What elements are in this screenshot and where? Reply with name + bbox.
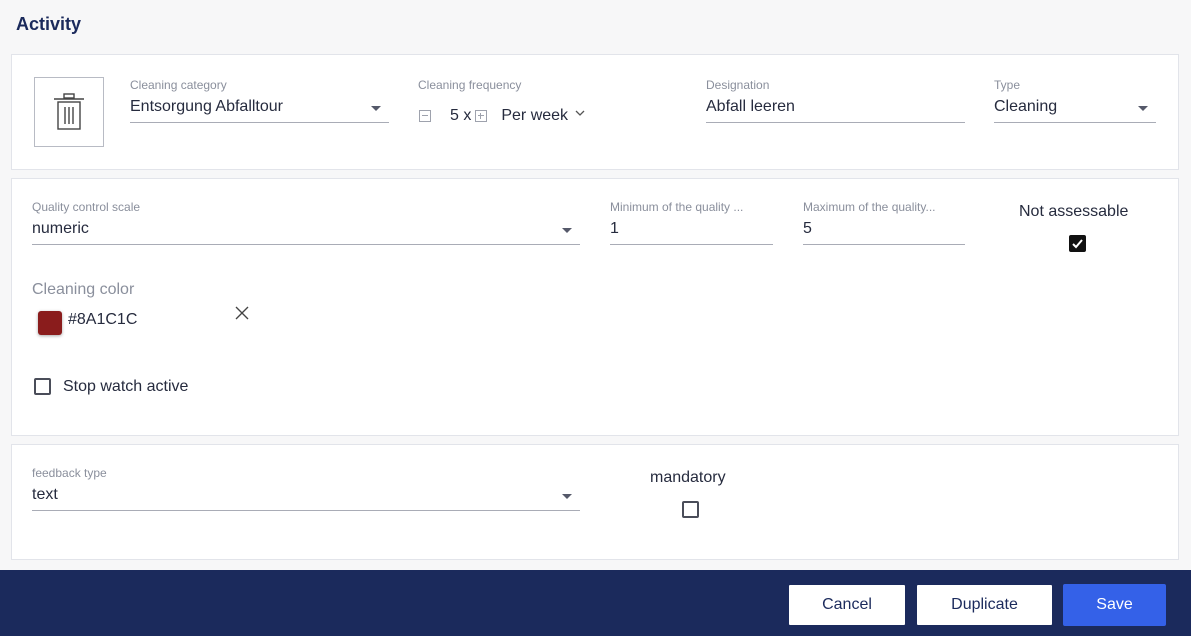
chevron-down-icon <box>575 110 585 116</box>
chevron-down-icon <box>371 106 381 111</box>
mandatory-label: mandatory <box>650 469 726 486</box>
mandatory-checkbox[interactable] <box>682 501 699 518</box>
cleaning-category-value: Entsorgung Abfalltour <box>130 98 389 123</box>
plus-icon[interactable] <box>475 110 488 122</box>
quality-scale-select[interactable]: Quality control scale numeric <box>32 200 580 245</box>
frequency-period-value: Per week <box>501 107 569 124</box>
feedback-type-label: feedback type <box>32 466 107 480</box>
cancel-button[interactable]: Cancel <box>788 584 906 626</box>
feedback-type-select[interactable]: feedback type text <box>32 466 580 511</box>
cleaning-color-label: Cleaning color <box>32 281 135 298</box>
check-icon <box>1072 239 1083 249</box>
type-value: Cleaning <box>994 98 1156 123</box>
not-assessable-label: Not assessable <box>1019 203 1129 220</box>
cleaning-color-value: #8A1C1C <box>68 311 138 328</box>
cleaning-frequency-label: Cleaning frequency <box>418 78 522 92</box>
not-assessable-checkbox[interactable] <box>1069 235 1086 252</box>
cleaning-category-label: Cleaning category <box>130 78 227 92</box>
frequency-stepper: 5 x Per week <box>419 107 586 125</box>
feedback-type-value: text <box>32 486 580 511</box>
chevron-down-icon <box>1138 106 1148 111</box>
quality-scale-value: numeric <box>32 220 580 245</box>
designation-label: Designation <box>706 78 770 92</box>
chevron-down-icon <box>562 494 572 499</box>
type-select[interactable]: Type Cleaning <box>994 78 1156 123</box>
color-swatch[interactable] <box>38 311 62 335</box>
frequency-period-select[interactable]: Per week <box>501 107 586 125</box>
cleaning-category-select[interactable]: Cleaning category Entsorgung Abfalltour <box>130 78 389 123</box>
duplicate-button[interactable]: Duplicate <box>916 584 1053 626</box>
page-title: Activity <box>16 14 82 34</box>
stop-watch-checkbox[interactable] <box>34 378 51 395</box>
save-button[interactable]: Save <box>1063 584 1166 626</box>
quality-maximum-input[interactable]: Maximum of the quality... 5 <box>803 200 965 245</box>
clear-color-button[interactable] <box>234 305 250 326</box>
quality-minimum-input[interactable]: Minimum of the quality ... 1 <box>610 200 773 245</box>
feedback-card: feedback type text mandatory <box>11 444 1179 560</box>
quality-maximum-value: 5 <box>803 220 965 245</box>
designation-value: Abfall leeren <box>706 98 965 123</box>
designation-input[interactable]: Designation Abfall leeren <box>706 78 965 123</box>
type-label: Type <box>994 78 1021 92</box>
minus-icon[interactable] <box>419 110 431 122</box>
quality-minimum-label: Minimum of the quality ... <box>610 200 744 214</box>
quality-maximum-label: Maximum of the quality... <box>803 200 936 214</box>
close-icon <box>235 306 249 320</box>
frequency-count: 5 x <box>450 107 472 124</box>
delete-button[interactable] <box>34 77 104 147</box>
chevron-down-icon <box>562 228 572 233</box>
activity-card: Cleaning category Entsorgung Abfalltour … <box>11 54 1179 170</box>
cleaning-frequency-field: Cleaning frequency <box>418 78 638 92</box>
quality-card: Quality control scale numeric Minimum of… <box>11 178 1179 436</box>
quality-minimum-value: 1 <box>610 220 773 245</box>
quality-scale-label: Quality control scale <box>32 200 141 214</box>
trash-icon <box>54 93 84 130</box>
stop-watch-label: Stop watch active <box>63 378 189 395</box>
footer-bar: Cancel Duplicate Save <box>0 570 1191 636</box>
